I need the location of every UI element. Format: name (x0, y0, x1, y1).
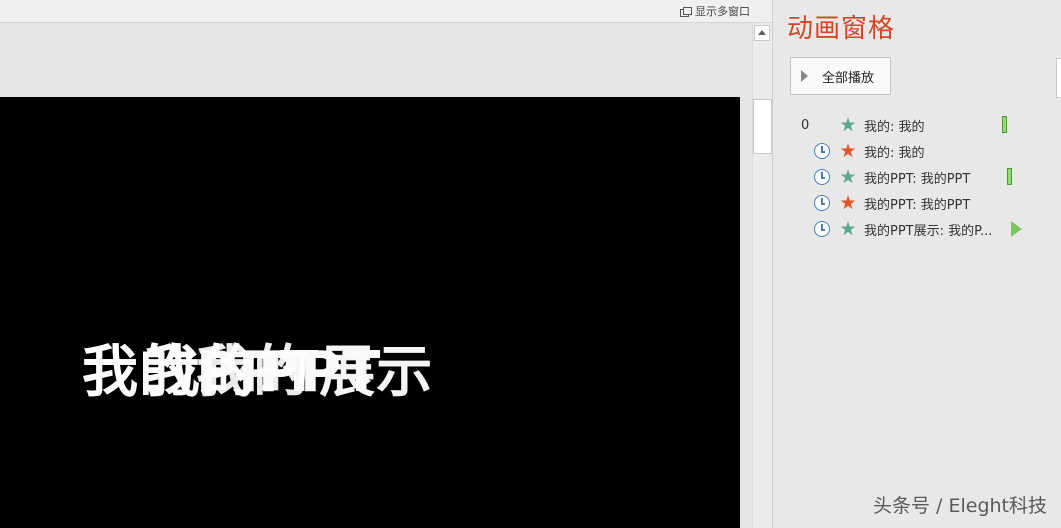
item-label: 我的PPT: 我的PPT (864, 197, 971, 213)
play-all-label: 全部播放 (822, 70, 875, 86)
item-index: 0 (801, 117, 810, 133)
multi-window-button[interactable]: 显示多窗口 (680, 2, 750, 20)
star-icon: ★ (839, 192, 857, 214)
clock-icon (814, 169, 830, 185)
clock-icon (814, 143, 830, 159)
clock-icon (814, 195, 830, 211)
pane-title: 动画窗格 (787, 14, 896, 44)
animation-item[interactable]: ★ 我的PPT展示: 我的P... (787, 216, 1057, 242)
animation-item[interactable]: ★ 我的: 我的 (787, 138, 1057, 164)
timeline-play-marker[interactable] (1011, 221, 1022, 237)
watermark: 头条号 / Eleght科技 (872, 495, 1047, 517)
editor-top-strip: 显示多窗口 (0, 0, 772, 23)
play-all-button[interactable]: 全部播放 (790, 57, 891, 95)
slide-text-group[interactable]: 我的PPT展示 我的PPT 我的我的 (82, 333, 682, 413)
timeline-bar[interactable] (1002, 116, 1007, 133)
scroll-thumb[interactable] (753, 99, 772, 154)
animation-pane: 动画窗格 全部播放 0 ★ 我的: 我的 ★ 我的: 我的 ★ 我的PPT: 我… (773, 0, 1061, 528)
slide-canvas[interactable]: 我的PPT展示 我的PPT 我的我的 (0, 97, 740, 528)
play-icon (801, 70, 808, 82)
multi-window-label: 显示多窗口 (695, 5, 750, 18)
star-icon: ★ (839, 166, 857, 188)
item-label: 我的: 我的 (864, 145, 925, 161)
item-label: 我的PPT展示: 我的P... (864, 223, 993, 239)
vertical-scrollbar[interactable] (752, 23, 772, 528)
animation-list: 0 ★ 我的: 我的 ★ 我的: 我的 ★ 我的PPT: 我的PPT ★ 我的P… (787, 112, 1057, 242)
slide-editor: 显示多窗口 我的PPT展示 我的PPT 我的我的 (0, 0, 772, 528)
animation-item[interactable]: ★ 我的PPT: 我的PPT (787, 164, 1057, 190)
slide-text-3[interactable]: 我的我的 (82, 333, 310, 413)
pane-scroll-edge[interactable] (1056, 58, 1061, 98)
star-icon: ★ (839, 140, 857, 162)
item-label: 我的PPT: 我的PPT (864, 171, 971, 187)
star-icon: ★ (839, 114, 857, 136)
item-label: 我的: 我的 (864, 119, 925, 135)
animation-item[interactable]: 0 ★ 我的: 我的 (787, 112, 1057, 138)
multi-window-icon (680, 6, 692, 17)
star-icon: ★ (839, 218, 857, 240)
timeline-bar[interactable] (1007, 168, 1012, 185)
animation-item[interactable]: ★ 我的PPT: 我的PPT (787, 190, 1057, 216)
clock-icon (814, 221, 830, 237)
scroll-up-button[interactable] (754, 25, 770, 41)
